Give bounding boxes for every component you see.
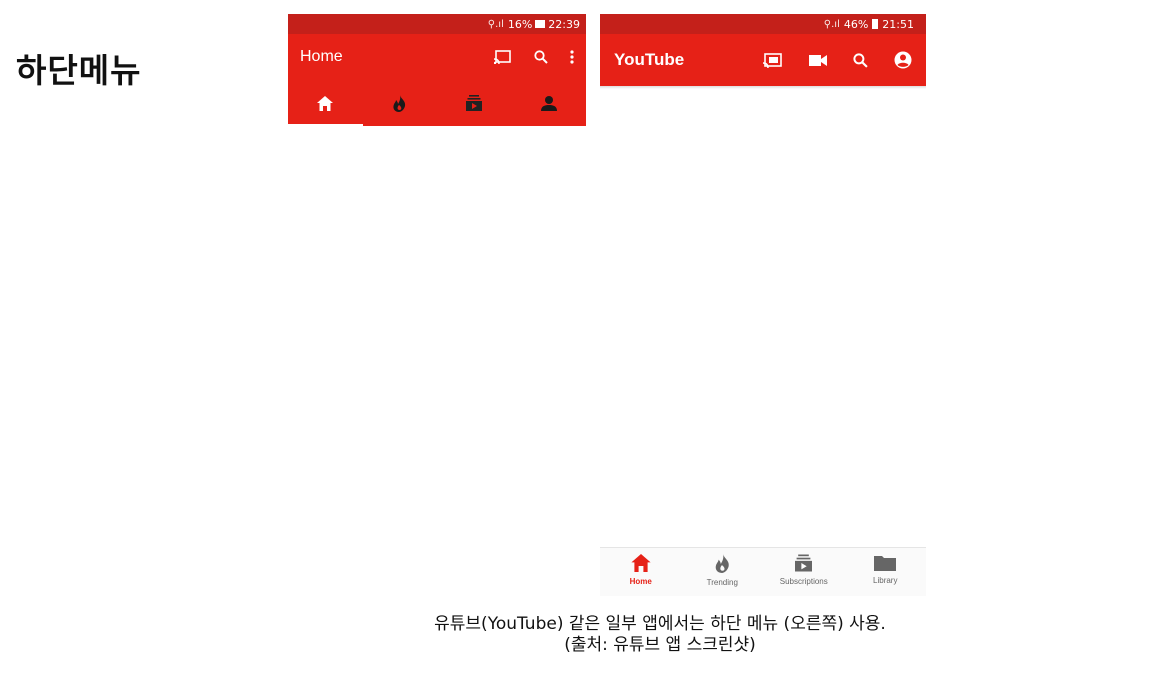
search-icon[interactable] — [534, 50, 548, 64]
caption-line-2: (출처: 유튜브 앱 스크린샷) — [564, 635, 756, 655]
bottom-nav-label: Library — [873, 576, 898, 585]
battery-level: 46% — [843, 17, 869, 31]
status-time: 21:51 — [882, 17, 914, 31]
status-bar: ⚲.ıl 16% 22:39 — [288, 14, 586, 34]
bottom-nav-label: Home — [629, 577, 652, 586]
app-bar-title: Home — [300, 48, 343, 65]
bottom-nav-trending[interactable]: Trending — [682, 548, 764, 596]
trending-icon — [393, 94, 406, 112]
app-bar: Home — [288, 34, 586, 80]
slide-title: 하단메뉴 — [16, 51, 142, 90]
figure-caption: 유튜브(YouTube) 같은 일부 앱에서는 하단 메뉴 (오른쪽) 사용. … — [300, 614, 1020, 656]
battery-level: 16% — [507, 17, 533, 31]
bottom-nav-library[interactable]: Library — [845, 548, 927, 596]
status-time: 22:39 — [548, 17, 580, 31]
bottom-nav-label: Trending — [706, 578, 738, 587]
trending-icon — [715, 554, 729, 573]
app-bar: YouTube — [600, 34, 926, 86]
video-camera-icon[interactable] — [809, 54, 827, 66]
top-tab-bar — [288, 80, 586, 126]
status-bar: ⚲.ıl 46% 21:51 — [600, 14, 926, 34]
left-phone-screenshot: ⚲.ıl 16% 22:39 Home — [288, 14, 586, 126]
cast-icon[interactable] — [763, 52, 783, 68]
home-icon — [317, 95, 334, 111]
app-bar-shadow — [600, 86, 926, 89]
search-icon[interactable] — [853, 52, 868, 68]
signal-indicator: ⚲.ıl — [823, 18, 840, 30]
signal-indicator: ⚲.ıl — [487, 18, 504, 30]
right-phone-screenshot: ⚲.ıl 46% 21:51 YouTube — [600, 14, 926, 86]
library-icon — [874, 556, 897, 571]
bottom-navigation: Home Trending Subscriptions Library — [600, 547, 926, 596]
subscriptions-icon — [466, 95, 483, 111]
account-circle-icon[interactable] — [894, 51, 912, 69]
battery-icon — [535, 20, 546, 28]
battery-icon — [872, 19, 879, 29]
tab-trending[interactable] — [363, 80, 438, 126]
more-vert-icon[interactable] — [570, 50, 574, 64]
tab-subscriptions[interactable] — [437, 80, 512, 126]
bottom-nav-subscriptions[interactable]: Subscriptions — [763, 548, 845, 596]
account-icon — [540, 95, 557, 111]
subscriptions-icon — [795, 554, 813, 572]
tab-account[interactable] — [512, 80, 587, 126]
bottom-nav-label: Subscriptions — [779, 577, 828, 586]
cast-icon[interactable] — [494, 50, 512, 64]
tab-home[interactable] — [288, 80, 363, 126]
home-icon — [631, 554, 651, 572]
app-bar-title: YouTube — [614, 50, 685, 69]
bottom-nav-home[interactable]: Home — [600, 548, 682, 596]
caption-line-1: 유튜브(YouTube) 같은 일부 앱에서는 하단 메뉴 (오른쪽) 사용. — [434, 614, 886, 634]
